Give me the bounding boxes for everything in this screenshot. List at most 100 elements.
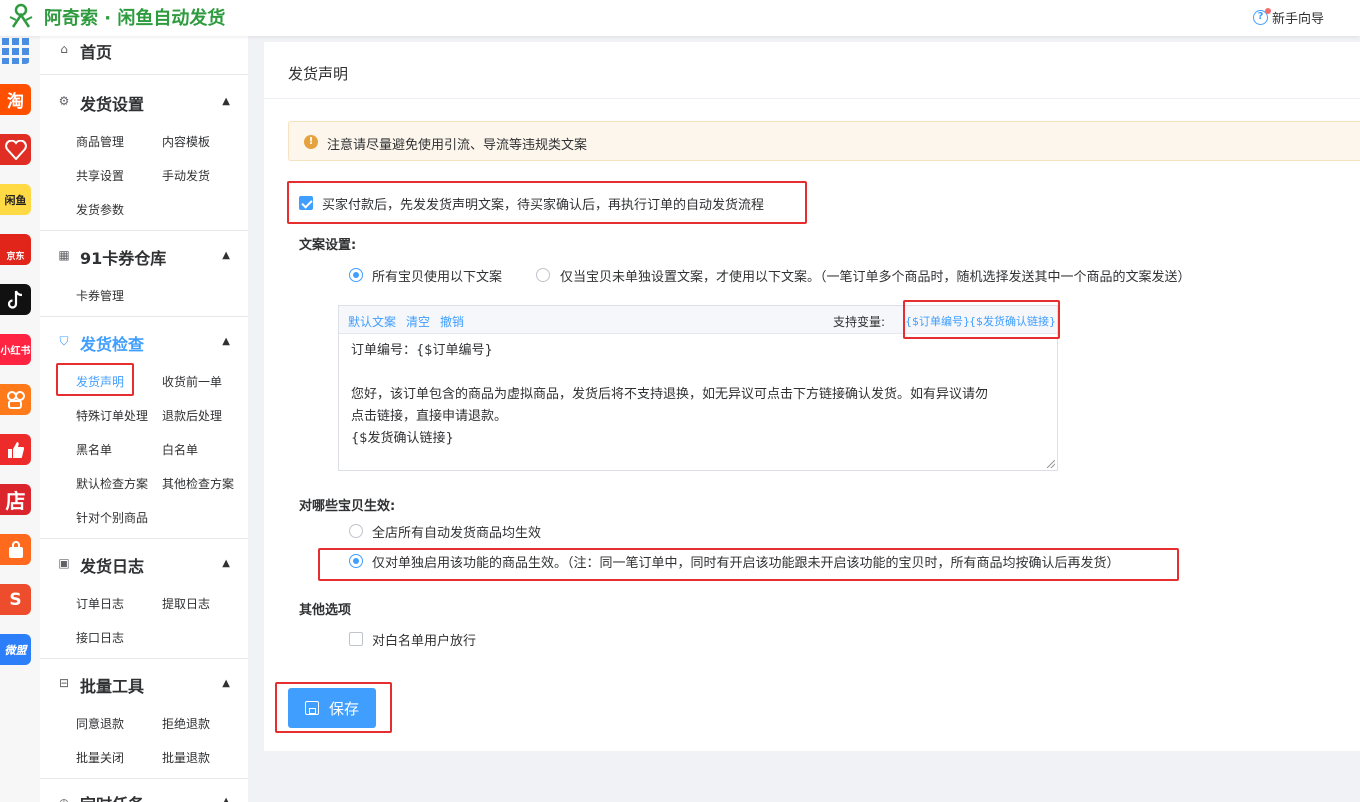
resize-handle[interactable] <box>1047 460 1055 468</box>
grid-icon[interactable] <box>0 36 31 64</box>
section-title: 批量工具 <box>80 677 145 696</box>
chevron-up-icon: ▲ <box>222 558 230 569</box>
sidebar-item-manual-delivery[interactable]: 手动发货 <box>162 167 210 184</box>
notification-dot <box>1264 8 1271 14</box>
platform-strip: 淘 闲鱼 京东 小红书 店 S 微盟 <box>0 36 40 802</box>
sidebar-item-batch-close[interactable]: 批量关闭 <box>76 749 124 766</box>
scope-all-label: 全店所有自动发货商品均生效 <box>372 526 542 541</box>
card-header: 发货声明 <box>264 42 1360 99</box>
kuaishou-icon[interactable] <box>0 384 31 415</box>
sidebar-item-extract-log[interactable]: 提取日志 <box>162 595 210 612</box>
sidebar-divider <box>40 778 248 779</box>
sidebar-item-other-check[interactable]: 其他检查方案 <box>162 475 234 492</box>
shield-icon: ⛉ <box>59 334 69 348</box>
chevron-up-icon: ▲ <box>222 336 230 347</box>
scope-all-radio[interactable] <box>349 524 363 538</box>
copy-fallback-label: 仅当宝贝未单独设置文案，才使用以下文案。（一笔订单多个商品时，随机选择发送其中一… <box>560 270 1191 285</box>
sidebar-item-order-log[interactable]: 订单日志 <box>76 595 124 612</box>
taobao-icon[interactable]: 淘 <box>0 84 31 115</box>
copy-all-radio[interactable] <box>349 268 363 282</box>
page-title: 发货声明 <box>288 65 349 83</box>
xianyu-icon[interactable]: 闲鱼 <box>0 184 31 215</box>
section-title: 发货设置 <box>80 95 145 114</box>
undo-link[interactable]: 撤销 <box>440 313 464 330</box>
warning-alert: ! 注意请尽量避免使用引流、导流等违规类文案 <box>288 121 1360 161</box>
top-bar: 阿奇索 · 闲鱼自动发货 ? 新手向导 <box>0 0 1360 36</box>
copy-fallback-radio[interactable] <box>536 268 550 282</box>
sidebar-item-specific-products[interactable]: 针对个别商品 <box>76 509 148 526</box>
sidebar-item-content-template[interactable]: 内容模板 <box>162 133 210 150</box>
sidebar-item-special-orders[interactable]: 特殊订单处理 <box>76 407 148 424</box>
copy-settings-label: 文案设置: <box>299 238 357 253</box>
weimeng-icon[interactable]: 微盟 <box>0 634 31 665</box>
default-copy-link[interactable]: 默认文案 <box>348 313 396 330</box>
highlight-box <box>56 363 134 396</box>
log-icon: ▣ <box>58 556 70 570</box>
enable-statement-label: 买家付款后，先发发货声明文案，待买家确认后，再执行订单的自动发货流程 <box>322 198 765 213</box>
douyin-icon[interactable] <box>0 284 31 315</box>
sidebar-divider <box>40 658 248 659</box>
scope-label: 对哪些宝贝生效: <box>299 499 396 514</box>
sidebar-item-whitelist[interactable]: 白名单 <box>162 441 198 458</box>
section-title: 定时任务 <box>80 791 144 802</box>
scope-enabled-label: 仅对单独启用该功能的商品生效。（注：同一笔订单中，同时有开启该功能跟未开启该功能… <box>372 556 1120 571</box>
textarea-line: {$发货确认链接} <box>351 431 454 446</box>
warehouse-icon: ▦ <box>58 248 70 262</box>
save-button[interactable]: 保存 <box>288 688 376 728</box>
clear-link[interactable]: 清空 <box>406 313 430 330</box>
alert-text: 注意请尽量避免使用引流、导流等违规类文案 <box>327 138 588 153</box>
other-options-label: 其他选项 <box>299 603 352 618</box>
chevron-up-icon: ▲ <box>222 796 230 802</box>
sidebar-item-product-management[interactable]: 商品管理 <box>76 133 124 150</box>
variables-label: 支持变量: <box>833 315 886 329</box>
scope-enabled-radio[interactable] <box>349 554 363 568</box>
thumb-icon[interactable] <box>0 434 31 465</box>
warning-icon: ! <box>304 135 318 149</box>
chevron-up-icon: ▲ <box>222 678 230 689</box>
pinduoduo-icon[interactable] <box>0 134 31 165</box>
section-title: 91卡券仓库 <box>80 249 167 268</box>
enable-statement-checkbox[interactable] <box>299 196 313 210</box>
sidebar-item-blacklist[interactable]: 黑名单 <box>76 441 112 458</box>
sidebar-item-pre-receipt[interactable]: 收货前一单 <box>162 373 222 390</box>
sidebar-item-post-refund[interactable]: 退款后处理 <box>162 407 222 424</box>
shopee-icon[interactable]: S <box>0 584 31 615</box>
xiaohongshu-icon[interactable]: 小红书 <box>0 334 31 365</box>
sidebar-item-agree-refund[interactable]: 同意退款 <box>76 715 124 732</box>
app-title: 阿奇索 · 闲鱼自动发货 <box>44 8 226 29</box>
sidebar-item-share-settings[interactable]: 共享设置 <box>76 167 124 184</box>
main-card: 发货声明 ! 注意请尽量避免使用引流、导流等违规类文案 买家付款后，先发发货声明… <box>264 42 1360 751</box>
logo-icon <box>9 3 33 28</box>
help-icon: ? <box>1252 8 1271 25</box>
chevron-up-icon: ▲ <box>222 96 230 107</box>
sidebar-item-card-management[interactable]: 卡券管理 <box>76 287 124 304</box>
textarea-line: 点击链接，直接申请退款。 <box>351 409 508 424</box>
sidebar-divider <box>40 316 248 317</box>
save-icon <box>304 701 319 715</box>
copy-all-label: 所有宝贝使用以下文案 <box>372 270 503 285</box>
textarea-line <box>351 362 1045 384</box>
sidebar-item-default-check[interactable]: 默认检查方案 <box>76 475 148 492</box>
guide-link[interactable]: ? 新手向导 <box>1252 8 1324 27</box>
highlight-box <box>903 300 1060 339</box>
sidebar-divider <box>40 230 248 231</box>
section-title: 发货检查 <box>80 335 145 354</box>
copy-textarea[interactable]: 订单编号：{$订单编号} 您好，该订单包含的商品为虚拟商品，发货后将不支持退换，… <box>351 340 1045 450</box>
section-title: 发货日志 <box>80 557 145 576</box>
gear-icon: ⚙ <box>58 94 70 108</box>
sidebar-divider <box>40 74 248 75</box>
sidebar-item-reject-refund[interactable]: 拒绝退款 <box>162 715 210 732</box>
whitelist-checkbox[interactable] <box>349 632 363 646</box>
whitelist-label: 对白名单用户放行 <box>372 634 477 649</box>
textarea-line: 订单编号：{$订单编号} <box>351 343 493 358</box>
sidebar-item-api-log[interactable]: 接口日志 <box>76 629 124 646</box>
shop-icon[interactable]: 店 <box>0 484 31 515</box>
sidebar-item-delivery-params[interactable]: 发货参数 <box>76 201 124 218</box>
guide-label: 新手向导 <box>1271 12 1324 27</box>
jd-icon[interactable]: 京东 <box>0 234 31 265</box>
textarea-line: 您好，该订单包含的商品为虚拟商品，发货后将不支持退换，如无异议可点击下方链接确认… <box>351 387 989 402</box>
sidebar-item-batch-refund[interactable]: 批量退款 <box>162 749 210 766</box>
clock-icon: ◷ <box>57 796 71 802</box>
bag-icon[interactable] <box>0 534 31 565</box>
sidebar-divider <box>40 538 248 539</box>
